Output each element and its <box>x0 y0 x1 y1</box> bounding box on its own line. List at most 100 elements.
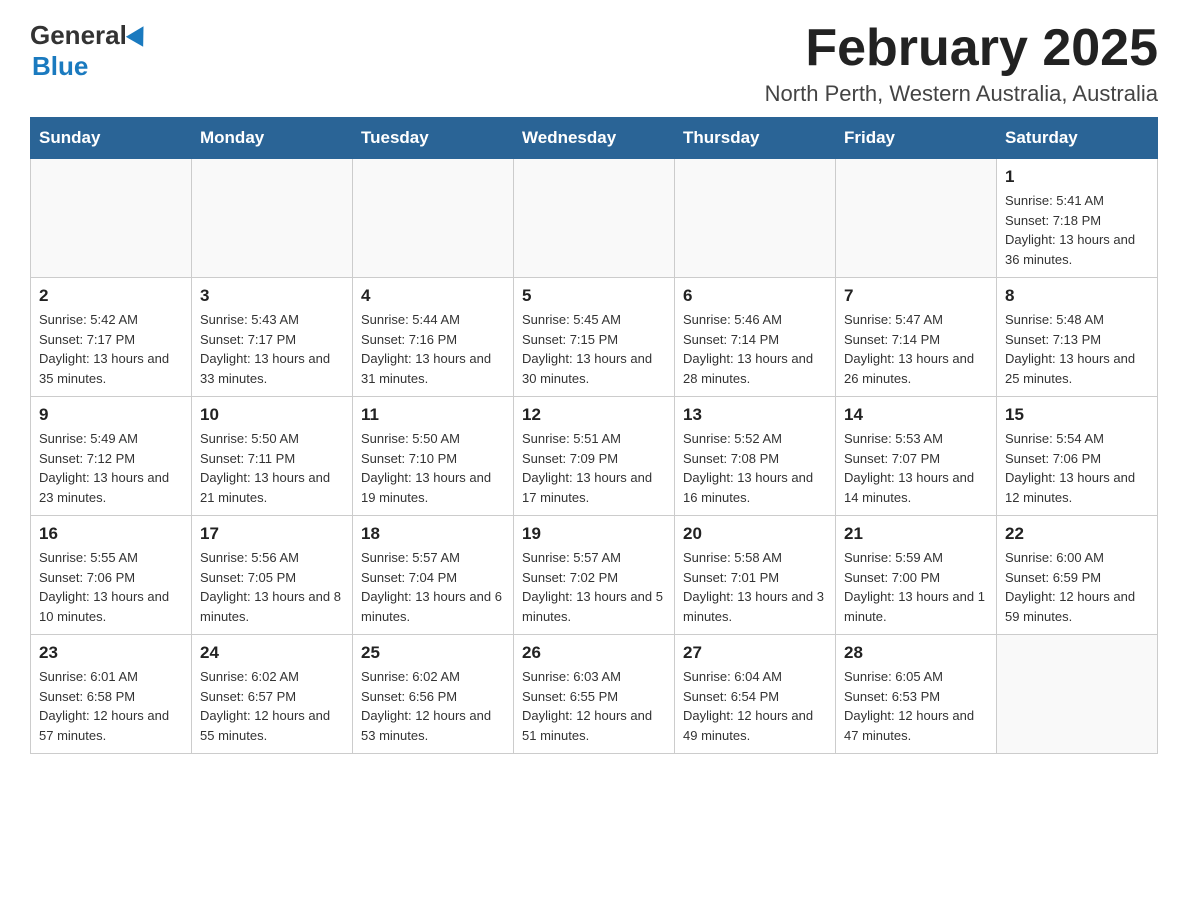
calendar-cell: 13 Sunrise: 5:52 AMSunset: 7:08 PMDayligh… <box>675 397 836 516</box>
day-detail: Sunrise: 5:57 AMSunset: 7:02 PMDaylight:… <box>522 548 666 626</box>
calendar-cell <box>997 635 1158 754</box>
day-detail: Sunrise: 5:57 AMSunset: 7:04 PMDaylight:… <box>361 548 505 626</box>
calendar-cell: 28 Sunrise: 6:05 AMSunset: 6:53 PMDayligh… <box>836 635 997 754</box>
day-detail: Sunrise: 5:59 AMSunset: 7:00 PMDaylight:… <box>844 548 988 626</box>
day-detail: Sunrise: 5:50 AMSunset: 7:10 PMDaylight:… <box>361 429 505 507</box>
day-detail: Sunrise: 5:53 AMSunset: 7:07 PMDaylight:… <box>844 429 988 507</box>
calendar-cell: 21Sunrise: 5:59 AMSunset: 7:00 PMDayligh… <box>836 516 997 635</box>
calendar-cell: 16 Sunrise: 5:55 AMSunset: 7:06 PMDayligh… <box>31 516 192 635</box>
day-number: 12 <box>522 405 666 425</box>
week-row: 9Sunrise: 5:49 AMSunset: 7:12 PMDaylight… <box>31 397 1158 516</box>
day-number: 20 <box>683 524 827 544</box>
calendar-cell <box>31 159 192 278</box>
day-number: 2 <box>39 286 183 306</box>
day-number: 1 <box>1005 167 1149 187</box>
calendar-cell: 4 Sunrise: 5:44 AMSunset: 7:16 PMDaylight… <box>353 278 514 397</box>
calendar-table: SundayMondayTuesdayWednesdayThursdayFrid… <box>30 117 1158 754</box>
calendar-cell: 26 Sunrise: 6:03 AMSunset: 6:55 PMDayligh… <box>514 635 675 754</box>
day-detail: Sunrise: 5:55 AMSunset: 7:06 PMDaylight:… <box>39 548 183 626</box>
calendar-cell <box>353 159 514 278</box>
days-of-week-row: SundayMondayTuesdayWednesdayThursdayFrid… <box>31 118 1158 159</box>
logo-triangle-icon <box>126 21 152 47</box>
day-of-week-header: Sunday <box>31 118 192 159</box>
day-number: 14 <box>844 405 988 425</box>
day-detail: Sunrise: 5:41 AMSunset: 7:18 PMDaylight:… <box>1005 191 1149 269</box>
title-area: February 2025 North Perth, Western Austr… <box>765 20 1158 107</box>
day-number: 27 <box>683 643 827 663</box>
calendar-cell: 22Sunrise: 6:00 AMSunset: 6:59 PMDayligh… <box>997 516 1158 635</box>
logo-blue-text: Blue <box>32 51 88 81</box>
day-number: 8 <box>1005 286 1149 306</box>
calendar-cell: 12 Sunrise: 5:51 AMSunset: 7:09 PMDayligh… <box>514 397 675 516</box>
day-detail: Sunrise: 5:58 AMSunset: 7:01 PMDaylight:… <box>683 548 827 626</box>
day-number: 3 <box>200 286 344 306</box>
day-detail: Sunrise: 6:02 AMSunset: 6:56 PMDaylight:… <box>361 667 505 745</box>
week-row: 23 Sunrise: 6:01 AMSunset: 6:58 PMDayligh… <box>31 635 1158 754</box>
calendar-cell <box>514 159 675 278</box>
week-row: 2 Sunrise: 5:42 AMSunset: 7:17 PMDaylight… <box>31 278 1158 397</box>
day-number: 6 <box>683 286 827 306</box>
calendar-cell: 11 Sunrise: 5:50 AMSunset: 7:10 PMDayligh… <box>353 397 514 516</box>
day-detail: Sunrise: 5:48 AMSunset: 7:13 PMDaylight:… <box>1005 310 1149 388</box>
calendar-cell: 2 Sunrise: 5:42 AMSunset: 7:17 PMDaylight… <box>31 278 192 397</box>
calendar-cell: 27 Sunrise: 6:04 AMSunset: 6:54 PMDayligh… <box>675 635 836 754</box>
day-number: 26 <box>522 643 666 663</box>
calendar-cell: 9Sunrise: 5:49 AMSunset: 7:12 PMDaylight… <box>31 397 192 516</box>
calendar-cell: 20 Sunrise: 5:58 AMSunset: 7:01 PMDayligh… <box>675 516 836 635</box>
day-of-week-header: Wednesday <box>514 118 675 159</box>
day-of-week-header: Tuesday <box>353 118 514 159</box>
day-number: 16 <box>39 524 183 544</box>
calendar-cell: 1 Sunrise: 5:41 AMSunset: 7:18 PMDaylight… <box>997 159 1158 278</box>
calendar-cell <box>836 159 997 278</box>
day-of-week-header: Saturday <box>997 118 1158 159</box>
day-detail: Sunrise: 5:50 AMSunset: 7:11 PMDaylight:… <box>200 429 344 507</box>
logo: General Blue <box>30 20 149 82</box>
calendar-cell: 10Sunrise: 5:50 AMSunset: 7:11 PMDayligh… <box>192 397 353 516</box>
calendar-cell: 6 Sunrise: 5:46 AMSunset: 7:14 PMDaylight… <box>675 278 836 397</box>
day-detail: Sunrise: 5:56 AMSunset: 7:05 PMDaylight:… <box>200 548 344 626</box>
day-number: 25 <box>361 643 505 663</box>
day-detail: Sunrise: 6:04 AMSunset: 6:54 PMDaylight:… <box>683 667 827 745</box>
calendar-cell: 7Sunrise: 5:47 AMSunset: 7:14 PMDaylight… <box>836 278 997 397</box>
day-number: 11 <box>361 405 505 425</box>
day-number: 5 <box>522 286 666 306</box>
day-number: 13 <box>683 405 827 425</box>
day-number: 19 <box>522 524 666 544</box>
day-detail: Sunrise: 5:54 AMSunset: 7:06 PMDaylight:… <box>1005 429 1149 507</box>
calendar-cell <box>192 159 353 278</box>
day-number: 23 <box>39 643 183 663</box>
day-number: 24 <box>200 643 344 663</box>
page-header: General Blue February 2025 North Perth, … <box>30 20 1158 107</box>
day-of-week-header: Friday <box>836 118 997 159</box>
day-detail: Sunrise: 6:00 AMSunset: 6:59 PMDaylight:… <box>1005 548 1149 626</box>
week-row: 1 Sunrise: 5:41 AMSunset: 7:18 PMDaylight… <box>31 159 1158 278</box>
day-number: 4 <box>361 286 505 306</box>
day-detail: Sunrise: 5:43 AMSunset: 7:17 PMDaylight:… <box>200 310 344 388</box>
day-number: 28 <box>844 643 988 663</box>
day-number: 18 <box>361 524 505 544</box>
day-detail: Sunrise: 5:46 AMSunset: 7:14 PMDaylight:… <box>683 310 827 388</box>
day-of-week-header: Monday <box>192 118 353 159</box>
day-number: 15 <box>1005 405 1149 425</box>
day-detail: Sunrise: 5:49 AMSunset: 7:12 PMDaylight:… <box>39 429 183 507</box>
day-detail: Sunrise: 5:52 AMSunset: 7:08 PMDaylight:… <box>683 429 827 507</box>
logo-general-text: General <box>30 20 127 51</box>
calendar-title: February 2025 <box>765 20 1158 77</box>
day-detail: Sunrise: 5:45 AMSunset: 7:15 PMDaylight:… <box>522 310 666 388</box>
day-detail: Sunrise: 5:42 AMSunset: 7:17 PMDaylight:… <box>39 310 183 388</box>
calendar-cell <box>675 159 836 278</box>
calendar-cell: 23 Sunrise: 6:01 AMSunset: 6:58 PMDayligh… <box>31 635 192 754</box>
day-number: 17 <box>200 524 344 544</box>
calendar-cell: 15 Sunrise: 5:54 AMSunset: 7:06 PMDayligh… <box>997 397 1158 516</box>
day-detail: Sunrise: 5:51 AMSunset: 7:09 PMDaylight:… <box>522 429 666 507</box>
calendar-cell: 8 Sunrise: 5:48 AMSunset: 7:13 PMDaylight… <box>997 278 1158 397</box>
day-detail: Sunrise: 6:03 AMSunset: 6:55 PMDaylight:… <box>522 667 666 745</box>
day-detail: Sunrise: 6:01 AMSunset: 6:58 PMDaylight:… <box>39 667 183 745</box>
calendar-cell: 24 Sunrise: 6:02 AMSunset: 6:57 PMDayligh… <box>192 635 353 754</box>
day-detail: Sunrise: 5:47 AMSunset: 7:14 PMDaylight:… <box>844 310 988 388</box>
day-detail: Sunrise: 6:05 AMSunset: 6:53 PMDaylight:… <box>844 667 988 745</box>
day-detail: Sunrise: 6:02 AMSunset: 6:57 PMDaylight:… <box>200 667 344 745</box>
calendar-cell: 18 Sunrise: 5:57 AMSunset: 7:04 PMDayligh… <box>353 516 514 635</box>
day-detail: Sunrise: 5:44 AMSunset: 7:16 PMDaylight:… <box>361 310 505 388</box>
week-row: 16 Sunrise: 5:55 AMSunset: 7:06 PMDayligh… <box>31 516 1158 635</box>
